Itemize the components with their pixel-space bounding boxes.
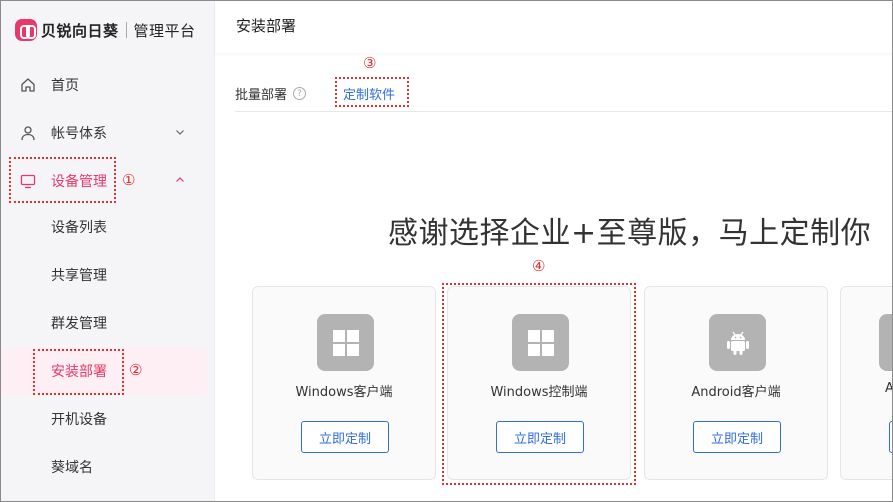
main-area: 安装部署 批量部署 ? 定制软件 ③ 感谢选择企业+至尊版，马上定制你 ④ Wi… [216,1,892,501]
sidebar-subitem-label: 葵域名 [51,460,93,476]
page-title: 安装部署 [236,17,297,35]
sidebar-subitem-share-manage[interactable]: 共享管理 [1,252,207,298]
logo-divider [125,22,127,38]
card-windows-client: Windows客户端 立即定制 [252,286,436,480]
customize-button[interactable]: 立即定制 [693,421,781,453]
hero-heading: 感谢选择企业+至尊版，马上定制你 [388,216,872,251]
home-icon [19,76,37,94]
brand-subtitle: 管理平台 [133,21,196,40]
annotation-box-3 [335,77,409,107]
customize-button[interactable] [889,421,892,453]
annotation-box-4 [442,283,636,485]
tab-label: 批量部署 [235,88,288,103]
chevron-down-icon [175,126,185,140]
sidebar-item-accounts[interactable]: 帐号体系 [1,113,215,153]
sidebar: 贝锐向日葵 管理平台 首页 帐号体系 设备管理 ① 设备列表 共享管理 群发管理… [1,1,215,501]
sidebar-subitem-label: 共享管理 [51,268,107,284]
content-panel: 批量部署 ? 定制软件 ③ 感谢选择企业+至尊版，马上定制你 ④ Windows… [216,54,892,501]
sidebar-subitem-device-list[interactable]: 设备列表 [1,204,207,250]
sidebar-item-home[interactable]: 首页 [1,65,215,105]
sidebar-item-label: 帐号体系 [51,126,107,142]
sidebar-subitem-label: 群发管理 [51,316,107,332]
android-icon [709,314,766,371]
annotation-box-2 [33,349,124,395]
card-title: A [885,381,892,396]
sidebar-subitem-boot-devices[interactable]: 开机设备 [1,396,207,442]
annotation-box-1 [9,157,116,203]
app-window: 贝锐向日葵 管理平台 首页 帐号体系 设备管理 ① 设备列表 共享管理 群发管理… [0,0,893,502]
card-partial: A [840,286,892,480]
logo: 贝锐向日葵 管理平台 [15,17,196,43]
page-header: 安装部署 [216,1,892,53]
sidebar-subitem-label: 开机设备 [51,412,107,428]
annotation-number-4: ④ [532,257,546,275]
sidebar-subitem-label: 设备列表 [51,220,107,236]
help-icon[interactable]: ? [293,87,307,100]
annotation-number-2: ② [129,361,143,379]
annotation-number-3: ③ [363,54,377,72]
card-title: Windows客户端 [295,385,393,400]
logo-mark-icon [15,19,37,41]
windows-icon [317,314,374,371]
chevron-up-icon [175,174,185,188]
brand-name: 贝锐向日葵 [41,21,119,40]
annotation-number-1: ① [122,171,136,189]
customize-button[interactable]: 立即定制 [301,421,389,453]
user-icon [19,124,37,142]
sidebar-subitem-domain[interactable]: 葵域名 [1,444,207,490]
card-android-client: Android客户端 立即定制 [644,286,828,480]
card-title: Android客户端 [691,385,781,400]
tab-bar: 批量部署 ? 定制软件 [235,78,892,112]
sidebar-item-label: 首页 [51,78,79,94]
partial-icon [879,314,892,371]
tab-batch-deploy[interactable]: 批量部署 ? [235,84,307,103]
sidebar-subitem-group-send[interactable]: 群发管理 [1,300,207,346]
